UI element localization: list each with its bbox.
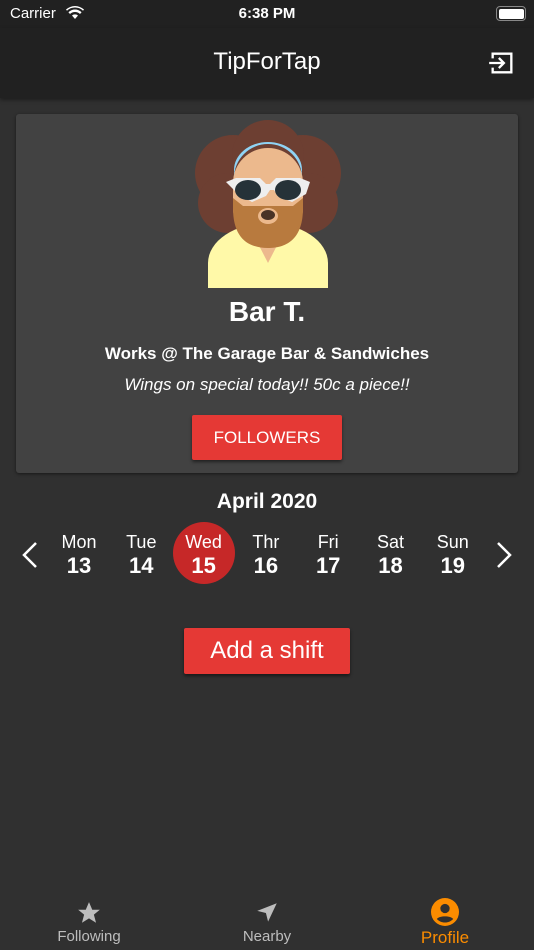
calendar-day[interactable]: Sat 18 [360,522,422,584]
status-message: Wings on special today!! 50c a piece!! [124,375,410,394]
app-title: TipForTap [213,48,321,75]
day-date: 19 [440,553,466,578]
day-name: Mon [61,532,97,552]
day-date: 14 [129,553,154,578]
workplace: Works @ The Garage Bar & Sandwiches [104,344,430,363]
day-date: 16 [253,553,279,578]
day-date: 18 [378,553,403,578]
day-date: 13 [66,553,92,578]
calendar-day[interactable]: Wed 15 [172,522,235,584]
tab-nearby[interactable]: Nearby [178,900,356,945]
tab-bar: Following Nearby Profile [0,884,534,950]
day-name: Thr [252,532,280,552]
account-icon [431,898,459,926]
tab-label: Profile [420,928,470,947]
calendar-day[interactable]: Tue 14 [110,522,172,584]
day-name: Sat [376,532,405,552]
day-name: Tue [126,532,157,552]
calendar-day[interactable]: Mon 13 [48,522,110,584]
chevron-right-icon[interactable] [488,538,518,572]
avatar [195,120,341,288]
star-icon [78,902,100,923]
calendar-day[interactable]: Sun 19 [422,522,484,584]
tab-following[interactable]: Following [0,900,178,945]
app-bar: TipForTap [0,28,534,98]
day-name: Sun [436,532,469,552]
tab-label: Following [57,928,121,945]
followers-button[interactable]: FOLLOWERS [192,415,342,460]
day-name: Fri [317,532,339,552]
day-date: 17 [315,553,341,578]
profile-card: Bar T. Works @ The Garage Bar & Sandwich… [16,114,518,473]
day-name: Wed [185,532,222,552]
logout-icon[interactable] [488,49,516,77]
chevron-left-icon[interactable] [16,538,46,572]
calendar-month: April 2020 [216,490,318,513]
status-bar: Carrier 6:38 PM [0,0,534,28]
calendar-day[interactable]: Thr 16 [235,522,297,584]
tab-label: Nearby [242,928,292,945]
tab-profile[interactable]: Profile [356,898,534,948]
day-date: 15 [191,553,216,578]
calendar-day[interactable]: Fri 17 [297,522,359,584]
battery-icon [496,6,526,21]
clock: 6:38 PM [238,5,296,22]
navigation-icon [257,903,277,922]
add-shift-button[interactable]: Add a shift [184,628,350,674]
profile-name: Bar T. [228,296,306,327]
